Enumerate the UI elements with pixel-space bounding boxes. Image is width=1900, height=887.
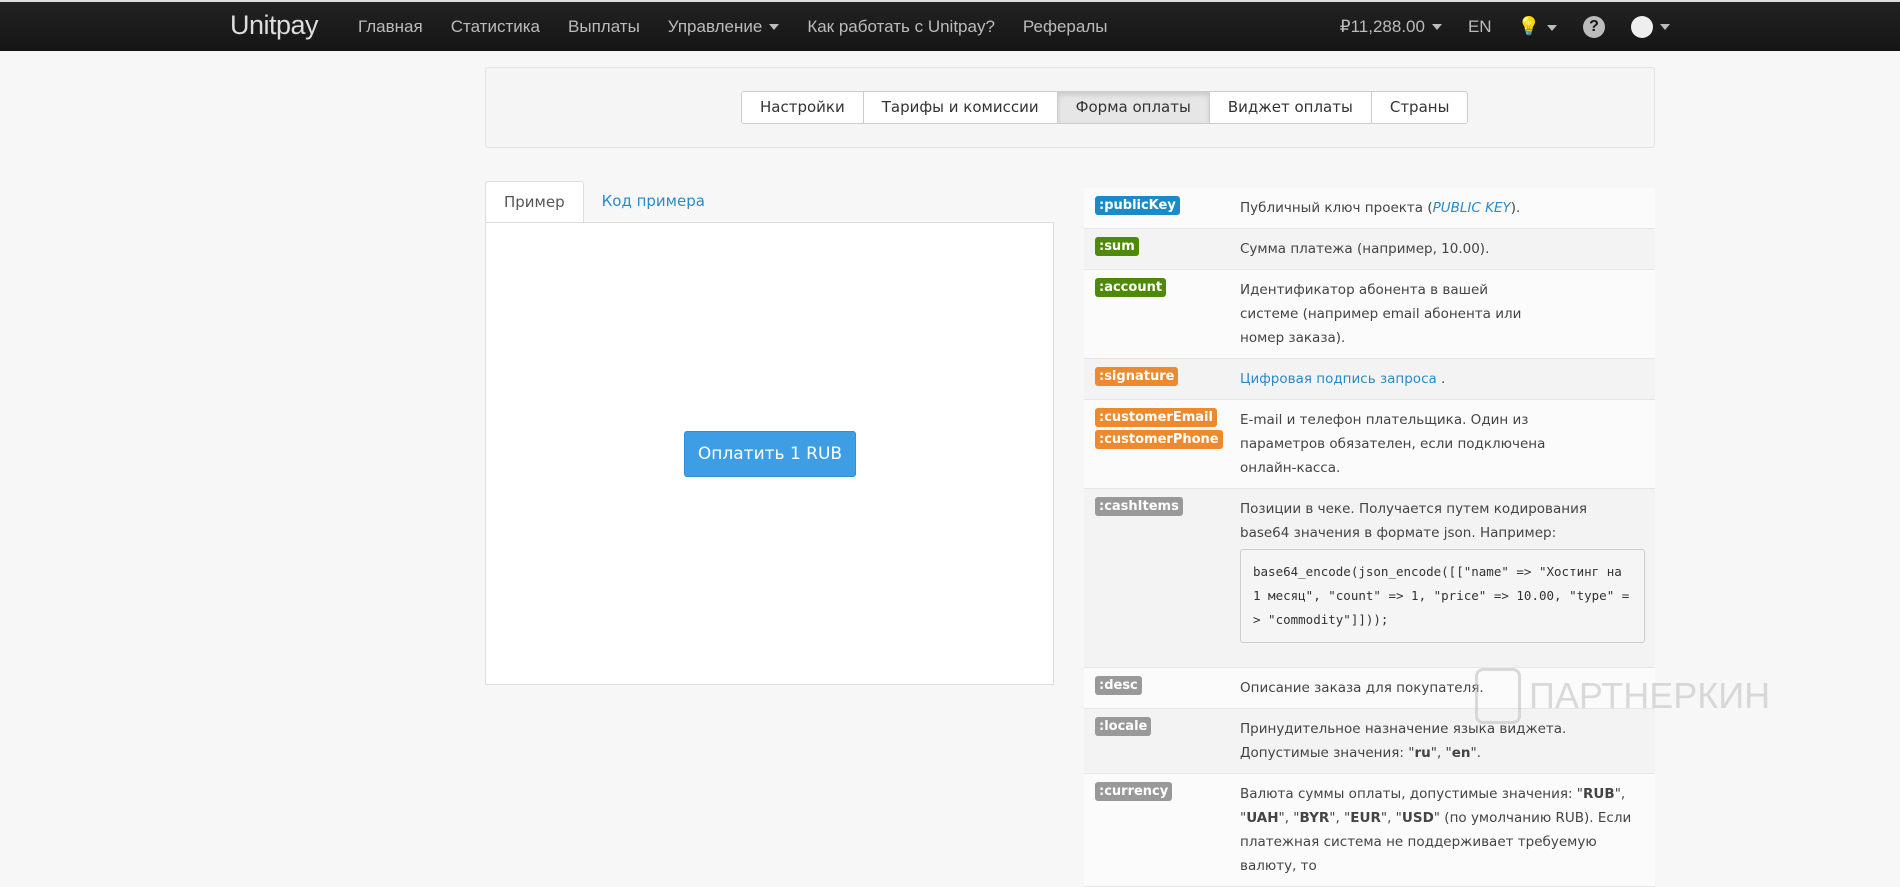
logo[interactable]: Unitpay bbox=[230, 10, 319, 41]
param-row: :sum Сумма платежа (например, 10.00). bbox=[1084, 229, 1655, 270]
help-icon[interactable]: ? bbox=[1583, 15, 1605, 38]
param-desc: Сумма платежа (например, 10.00). bbox=[1240, 241, 1490, 257]
param-desc: Описание заказа для покупателя. bbox=[1240, 680, 1484, 696]
param-badge: :cashItems bbox=[1095, 497, 1183, 516]
chevron-down-icon bbox=[1431, 24, 1442, 31]
tab-example-code[interactable]: Код примера bbox=[584, 181, 723, 223]
tab-example[interactable]: Пример bbox=[485, 181, 584, 223]
pay-button[interactable]: Оплатить 1 RUB bbox=[684, 431, 856, 477]
param-row: :account Идентификатор абонента в вашей … bbox=[1084, 270, 1655, 359]
param-desc: Валюта суммы оплаты, допустимые значения… bbox=[1240, 786, 1632, 874]
param-badge: :account bbox=[1095, 278, 1167, 297]
nav-how-to[interactable]: Как работать с Unitpay? bbox=[807, 17, 995, 37]
param-desc: Публичный ключ проекта (PUBLIC KEY). bbox=[1240, 200, 1521, 216]
param-badge: :desc bbox=[1095, 676, 1142, 695]
nav-home[interactable]: Главная bbox=[358, 17, 423, 37]
param-row: :customerEmail :customerPhone E-mail и те… bbox=[1084, 400, 1655, 489]
param-row: :currency Валюта суммы оплаты, допустимы… bbox=[1084, 774, 1655, 887]
nav-management[interactable]: Управление bbox=[668, 17, 780, 37]
main-menu: Главная Статистика Выплаты Управление Ка… bbox=[358, 2, 1107, 51]
example-panel: Оплатить 1 RUB bbox=[485, 222, 1054, 685]
nav-payouts[interactable]: Выплаты bbox=[568, 17, 640, 37]
language-switch[interactable]: EN bbox=[1468, 17, 1492, 37]
param-desc: E-mail и телефон плательщика. Один из па… bbox=[1240, 412, 1546, 476]
lightbulb-icon: 💡 bbox=[1517, 16, 1540, 36]
param-badge: :sum bbox=[1095, 237, 1139, 256]
param-desc: Принудительное назначение языка виджета.… bbox=[1240, 721, 1567, 761]
tips-dropdown[interactable]: 💡 bbox=[1518, 16, 1557, 37]
param-row: :locale Принудительное назначение языка … bbox=[1084, 709, 1655, 774]
tab-payment-form[interactable]: Форма оплаты bbox=[1056, 91, 1210, 124]
chevron-down-icon bbox=[769, 24, 780, 31]
param-row: :publicKey Публичный ключ проекта (PUBLI… bbox=[1084, 188, 1655, 229]
tab-payment-widget[interactable]: Виджет оплаты bbox=[1208, 91, 1372, 124]
nav-stats[interactable]: Статистика bbox=[451, 17, 540, 37]
tab-countries[interactable]: Страны bbox=[1370, 91, 1469, 124]
param-row: :cashItems Позиции в чеке. Получается пу… bbox=[1084, 489, 1655, 668]
param-badge: :publicKey bbox=[1095, 196, 1180, 215]
param-desc: Цифровая подпись запроса . bbox=[1240, 371, 1446, 387]
chevron-down-icon bbox=[1660, 23, 1670, 30]
settings-tabs: Настройки Тарифы и комиссии Форма оплаты… bbox=[741, 91, 1469, 124]
params-table: :publicKey Публичный ключ проекта (PUBLI… bbox=[1084, 188, 1655, 887]
param-row: :signature Цифровая подпись запроса . bbox=[1084, 359, 1655, 400]
avatar bbox=[1631, 15, 1653, 38]
param-row: :desc Описание заказа для покупателя. bbox=[1084, 668, 1655, 709]
navbar-right: ₽11,288.00 EN 💡 ? bbox=[1340, 2, 1670, 51]
user-menu[interactable] bbox=[1631, 15, 1670, 38]
param-badge: :customerPhone bbox=[1095, 430, 1223, 449]
param-badge: :locale bbox=[1095, 717, 1152, 736]
tab-settings[interactable]: Настройки bbox=[741, 91, 864, 124]
param-badge: :customerEmail bbox=[1095, 408, 1217, 427]
balance: ₽11,288.00 bbox=[1339, 16, 1425, 36]
param-badge: :signature bbox=[1095, 367, 1179, 386]
param-desc: Идентификатор абонента в вашей системе (… bbox=[1240, 282, 1522, 346]
param-badge: :currency bbox=[1095, 782, 1173, 801]
signature-link[interactable]: Цифровая подпись запроса bbox=[1240, 371, 1437, 387]
nav-referrals[interactable]: Рефералы bbox=[1023, 17, 1108, 37]
nav-management-label: Управление bbox=[667, 16, 763, 36]
balance-dropdown[interactable]: ₽11,288.00 bbox=[1340, 17, 1442, 37]
tab-tariffs[interactable]: Тарифы и комиссии bbox=[862, 91, 1058, 124]
public-key-link[interactable]: PUBLIC KEY bbox=[1433, 200, 1511, 216]
param-desc: Позиции в чеке. Получается путем кодиров… bbox=[1240, 501, 1588, 541]
chevron-down-icon bbox=[1547, 24, 1557, 31]
code-example: base64_encode(json_encode([["name" => "Х… bbox=[1240, 549, 1645, 643]
navbar: Unitpay Главная Статистика Выплаты Управ… bbox=[0, 0, 1900, 51]
example-tabs: Пример Код примера bbox=[485, 181, 723, 223]
